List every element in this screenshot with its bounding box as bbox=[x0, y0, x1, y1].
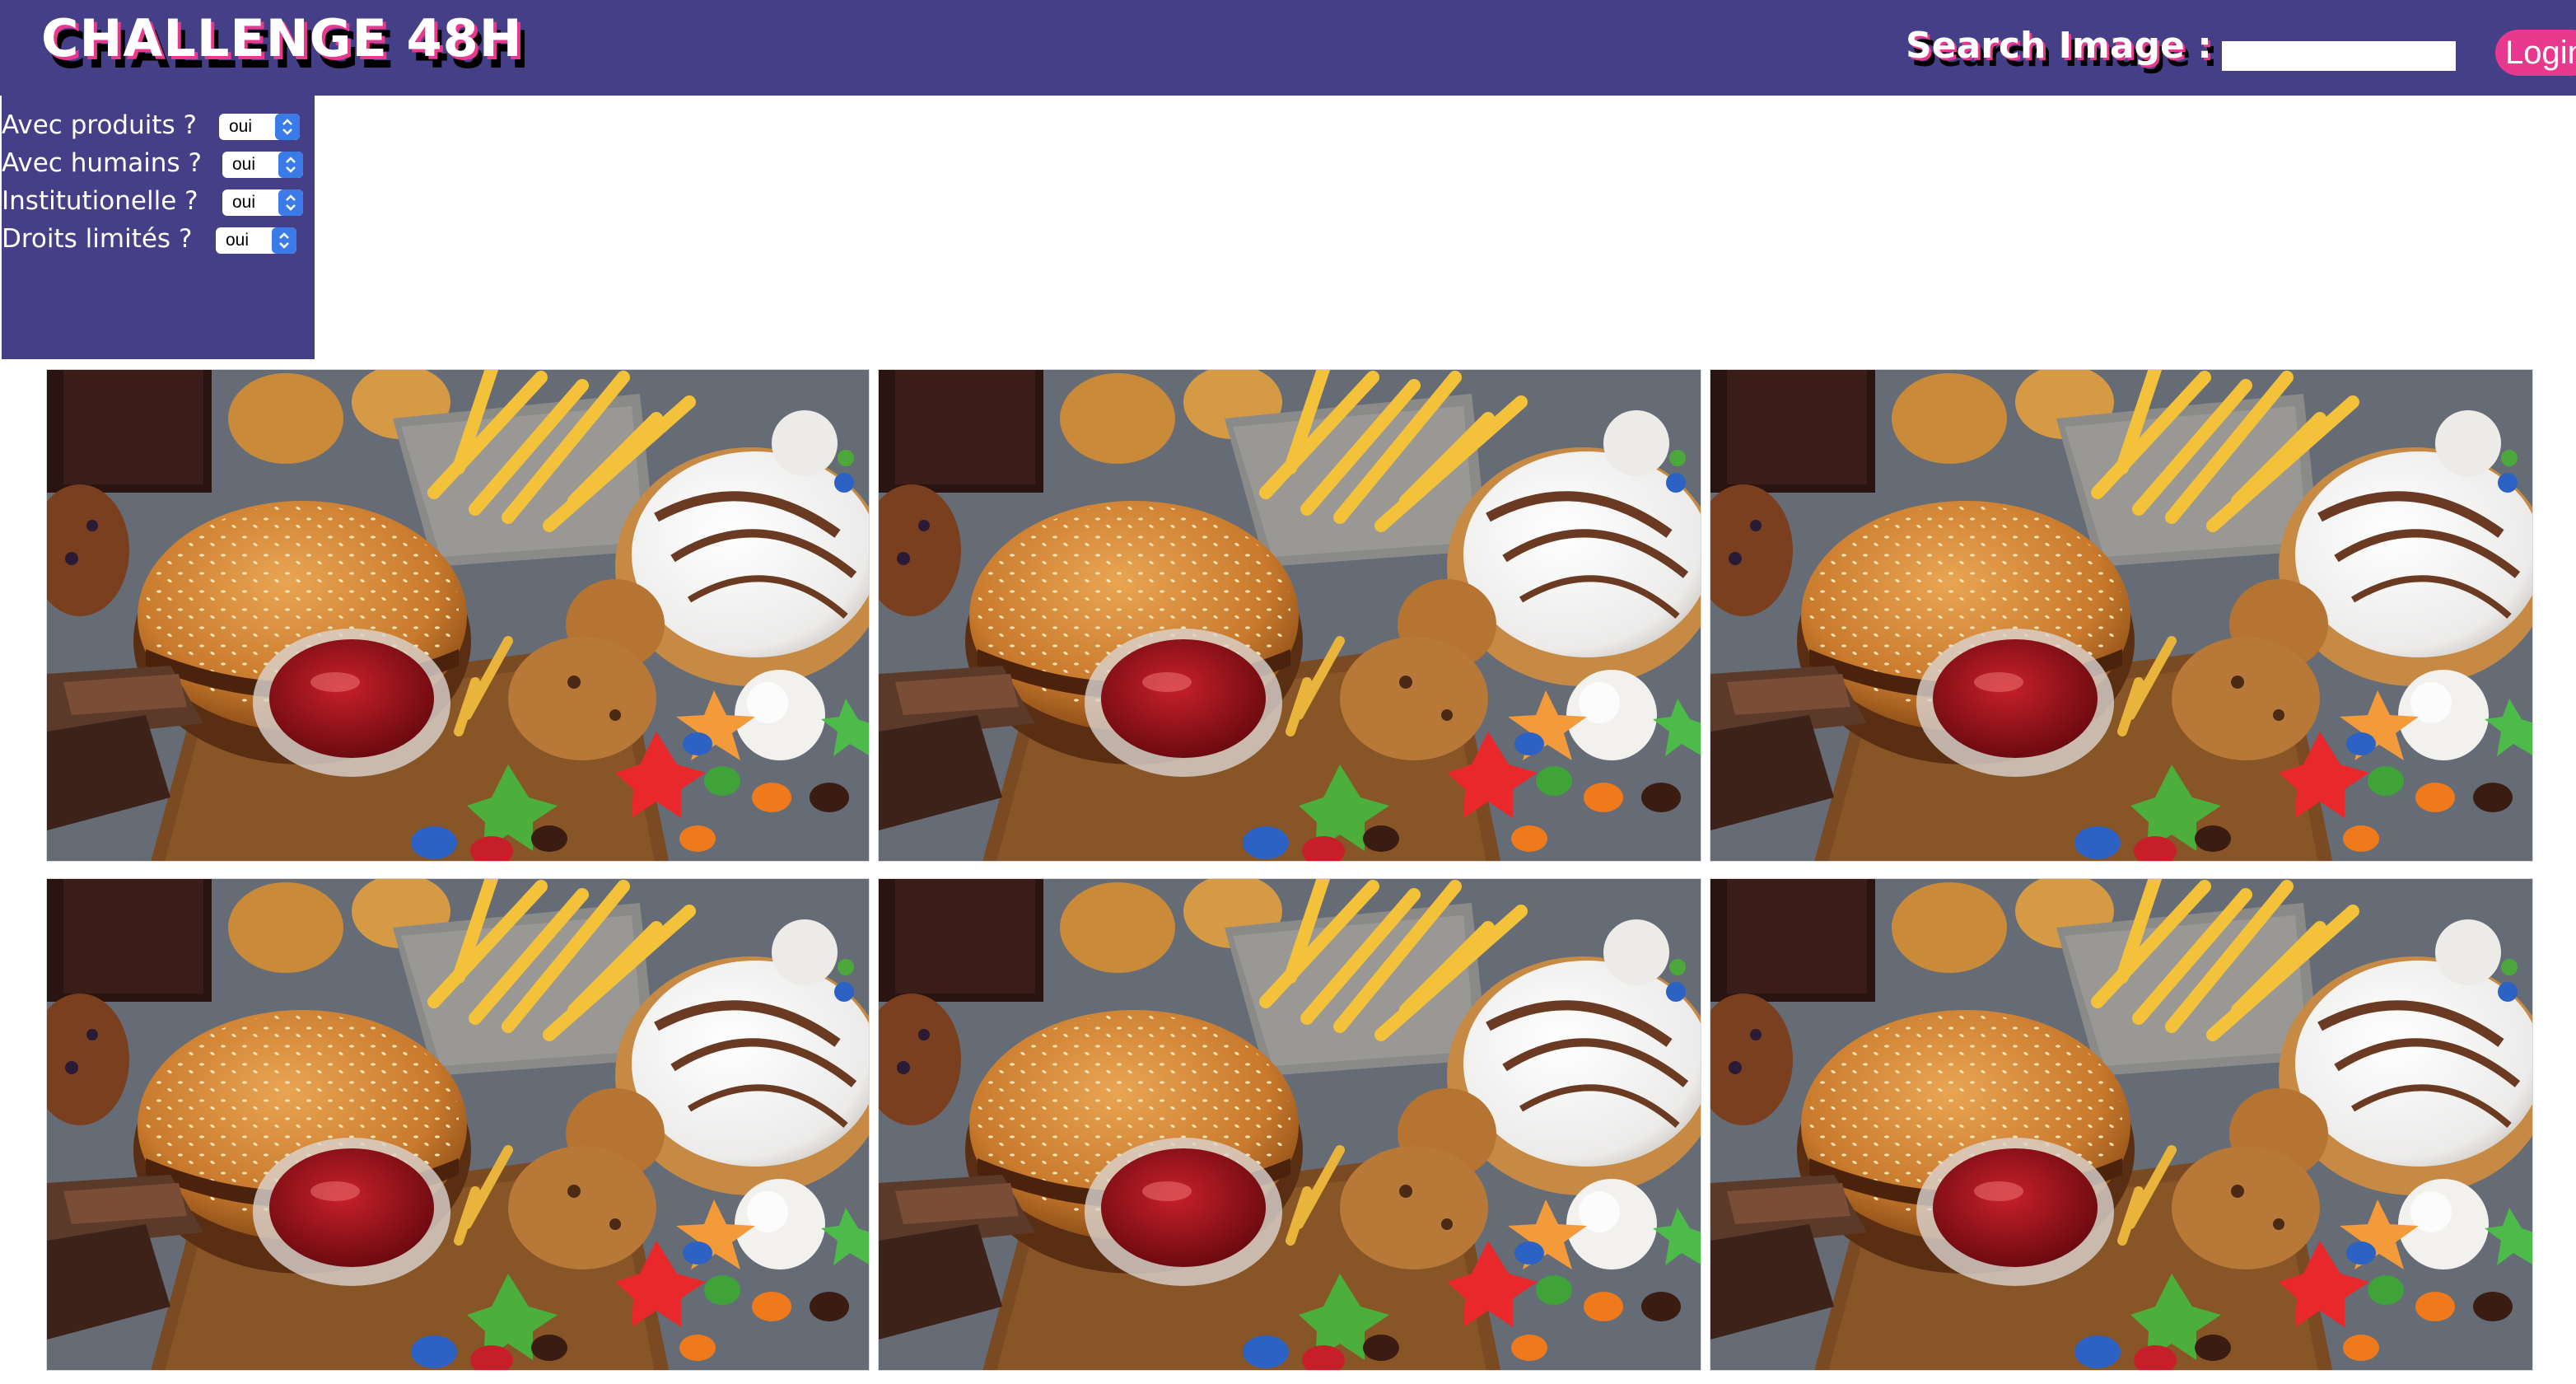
fast-food-image bbox=[1710, 370, 2533, 862]
institutionelle-select[interactable]: oui bbox=[222, 189, 303, 216]
select-arrows-icon bbox=[278, 189, 303, 216]
avec-produits-select[interactable]: oui bbox=[219, 114, 300, 140]
image-gallery bbox=[46, 369, 2540, 1377]
fast-food-image bbox=[879, 370, 1701, 862]
select-arrows-icon bbox=[278, 152, 303, 178]
filter-label: Avec produits ? bbox=[2, 110, 197, 140]
search-input[interactable] bbox=[2222, 41, 2456, 71]
select-value: oui bbox=[232, 193, 256, 212]
gallery-image[interactable] bbox=[878, 878, 1701, 1371]
login-button[interactable]: Login bbox=[2495, 30, 2576, 76]
fast-food-image bbox=[1710, 879, 2533, 1371]
gallery-image[interactable] bbox=[878, 369, 1701, 862]
filter-label: Avec humains ? bbox=[2, 148, 202, 178]
filter-row-institutionelle: Institutionelle ? oui bbox=[2, 183, 315, 219]
filter-label: Droits limités ? bbox=[2, 224, 193, 254]
select-arrows-icon bbox=[275, 114, 300, 140]
search-label: Search Image : bbox=[1906, 25, 2212, 67]
gallery-image[interactable] bbox=[46, 369, 870, 862]
select-value: oui bbox=[232, 155, 256, 174]
select-value: oui bbox=[229, 117, 253, 136]
filter-row-avec-humains: Avec humains ? oui bbox=[2, 145, 315, 181]
gallery-image[interactable] bbox=[46, 878, 870, 1371]
gallery-image[interactable] bbox=[1710, 369, 2533, 862]
filter-row-droits-limites: Droits limités ? oui bbox=[2, 221, 315, 257]
fast-food-image bbox=[879, 879, 1701, 1371]
header-bar: CHALLENGE 48H Search Image : Login bbox=[0, 0, 2576, 96]
filter-row-avec-produits: Avec produits ? oui bbox=[2, 107, 315, 143]
select-value: oui bbox=[226, 231, 250, 250]
gallery-image[interactable] bbox=[1710, 878, 2533, 1371]
filter-sidebar: Avec produits ? oui Avec humains ? oui I… bbox=[2, 96, 315, 359]
fast-food-image bbox=[47, 879, 870, 1371]
droits-limites-select[interactable]: oui bbox=[216, 227, 296, 254]
filter-label: Institutionelle ? bbox=[2, 186, 198, 216]
select-arrows-icon bbox=[272, 227, 296, 254]
fast-food-image bbox=[47, 370, 870, 862]
app-title: CHALLENGE 48H bbox=[41, 8, 523, 68]
avec-humains-select[interactable]: oui bbox=[222, 152, 303, 178]
